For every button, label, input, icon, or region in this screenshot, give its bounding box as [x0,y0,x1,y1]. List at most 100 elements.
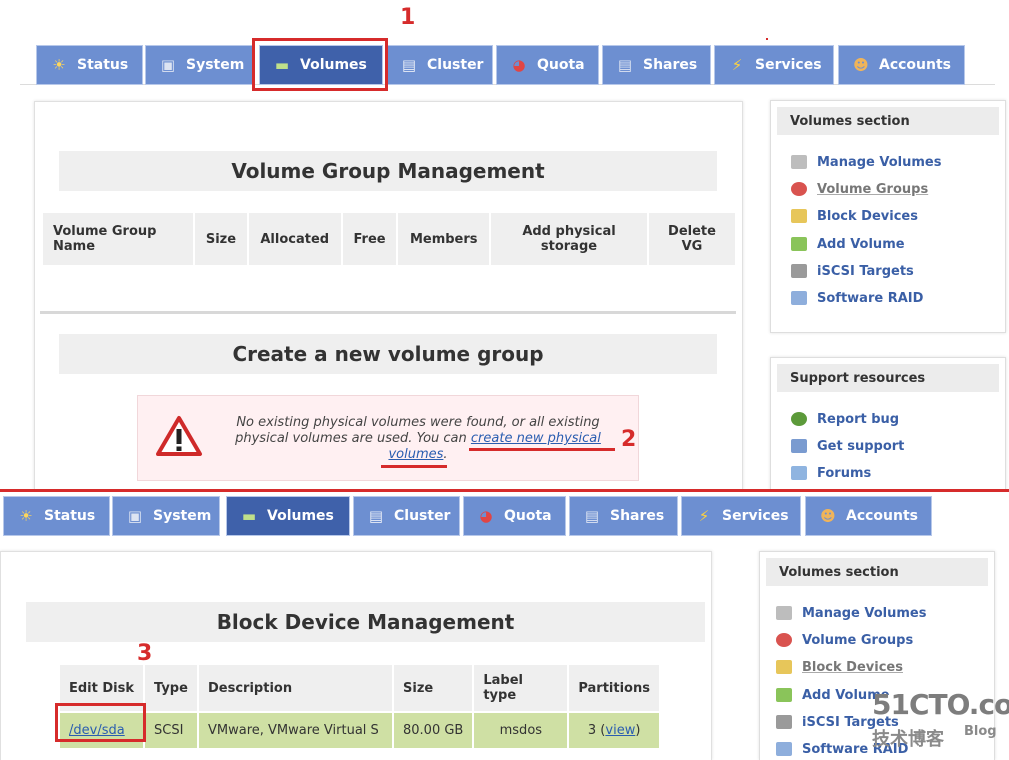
tab-label: System [153,508,212,524]
monitor-icon: ▣ [127,506,143,525]
add-volume-icon [791,237,807,251]
watermark-blog: Blog [964,724,997,739]
page-title: Block Device Management [26,602,705,642]
iscsi-icon [776,715,792,729]
tab-services[interactable]: ⚡ Services [714,45,834,85]
col-type: Type [145,665,197,711]
sidebar-item-volume-groups[interactable]: Volume Groups [791,179,928,199]
tab-label: System [186,57,245,73]
sidebar-item-label: Volume Groups [802,632,914,648]
annotation-underline [381,465,447,468]
drive-icon [776,606,792,620]
annotation-number: 2 [621,427,637,452]
cell-type: SCSI [145,713,197,748]
tab-label: Cluster [427,57,484,73]
create-vg-title: Create a new volume group [59,334,717,374]
vg-table: Volume Group Name Size Allocated Free Me… [41,211,737,267]
server-icon: ▤ [368,506,384,525]
sidebar-item-label: Software RAID [817,290,924,306]
annotation-number: 1 [400,5,416,30]
sidebar-title: Volumes section [766,558,988,586]
sidebar-item-block-devices[interactable]: Block Devices [791,206,918,226]
partitions-close: ) [635,723,641,738]
sidebar-item-label: Get support [817,438,905,454]
red-dot [766,38,768,40]
tab-cluster[interactable]: ▤ Cluster [386,45,493,85]
tab-quota[interactable]: ◕ Quota [496,45,599,85]
sidebar-item-forums[interactable]: Forums [791,463,871,483]
sidebar-item-volume-groups[interactable]: Volume Groups [776,630,913,650]
page-title: Volume Group Management [59,151,717,191]
raid-icon [776,742,792,756]
sidebar-title: Support resources [777,364,999,392]
sidebar-item-manage-volumes[interactable]: Manage Volumes [791,152,941,172]
tab-quota[interactable]: ◕ Quota [463,496,566,536]
sidebar-item-report-bug[interactable]: Report bug [791,409,899,429]
tab-shares[interactable]: ▤ Shares [569,496,678,536]
sidebar-item-block-devices[interactable]: Block Devices [776,657,903,677]
divider [40,311,736,314]
col-free: Free [342,213,397,265]
col-size: Size [394,665,473,711]
warning-icon [156,416,202,456]
highlight-volumes-tab [252,38,388,91]
volume-groups-icon [791,182,807,196]
tab-label: Volumes [267,508,334,524]
tab-label: Shares [610,508,665,524]
monitor-icon: ▣ [160,55,176,74]
drives-icon: ▤ [584,506,600,525]
tab-shares[interactable]: ▤ Shares [602,45,711,85]
tab-volumes[interactable]: ▬ Volumes [226,496,350,536]
tab-label: Shares [643,57,698,73]
col-partitions: Partitions [569,665,659,711]
block-device-icon [776,660,792,674]
volumes-section-sidebar: Volumes section Manage Volumes Volume Gr… [770,100,1006,333]
disk-icon: ▬ [241,506,257,525]
annotation-underline [469,448,615,451]
warning-period: . [443,447,448,462]
col-delete-vg: Delete VG [649,213,735,265]
users-icon: ☻ [853,55,869,74]
cell-description: VMware, VMware Virtual S [199,713,392,748]
tab-status[interactable]: ☀ Status [3,496,110,536]
drives-icon: ▤ [617,55,633,74]
sidebar-item-software-raid[interactable]: Software RAID [791,288,923,308]
tab-cluster[interactable]: ▤ Cluster [353,496,460,536]
forum-icon [791,466,807,480]
tab-status[interactable]: ☀ Status [36,45,143,85]
sidebar-item-add-volume[interactable]: Add Volume [791,234,905,254]
sidebar-item-manage-volumes[interactable]: Manage Volumes [776,603,926,623]
add-volume-icon [776,688,792,702]
sidebar-item-label: Manage Volumes [802,605,927,621]
top-tab-bar: ☀ Status ▣ System ▬ Volumes ▤ Cluster ◕ Quota… [0,45,1009,85]
iscsi-icon [791,264,807,278]
sidebar-item-label: Forums [817,465,872,481]
sidebar-item-label: Manage Volumes [817,154,942,170]
tab-label: Status [44,508,96,524]
col-vg-name: Volume Group Name [43,213,193,265]
warning-message: No existing physical volumes were found,… [218,415,618,463]
sidebar-item-iscsi-targets[interactable]: iSCSI Targets [791,261,914,281]
view-partitions-link[interactable]: view [605,723,635,738]
tab-label: Cluster [394,508,451,524]
tab-label: Quota [504,508,552,524]
bottom-tab-bar: ☀ Status ▣ System ▬ Volumes ▤ Cluster ◕ Quota… [0,496,1009,536]
pie-chart-icon: ◕ [479,506,493,525]
tab-system[interactable]: ▣ System [145,45,253,85]
sun-icon: ☀ [52,55,66,74]
sidebar-item-label: Add Volume [817,236,905,252]
block-device-table: Edit Disk Type Description Size Label ty… [58,663,661,750]
tab-accounts[interactable]: ☻ Accounts [805,496,932,536]
sidebar-item-label: Volume Groups [817,181,929,197]
drive-icon [791,155,807,169]
sidebar-item-get-support[interactable]: Get support [791,436,904,456]
cell-size: 80.00 GB [394,713,473,748]
lightning-icon: ⚡ [698,506,710,525]
col-add-physical: Add physical storage [491,213,647,265]
tab-label: Quota [537,57,585,73]
watermark-site: 51CTO.com [872,688,1009,721]
tab-accounts[interactable]: ☻ Accounts [838,45,965,85]
tab-services[interactable]: ⚡ Services [681,496,801,536]
volume-groups-icon [776,633,792,647]
tab-system[interactable]: ▣ System [112,496,220,536]
